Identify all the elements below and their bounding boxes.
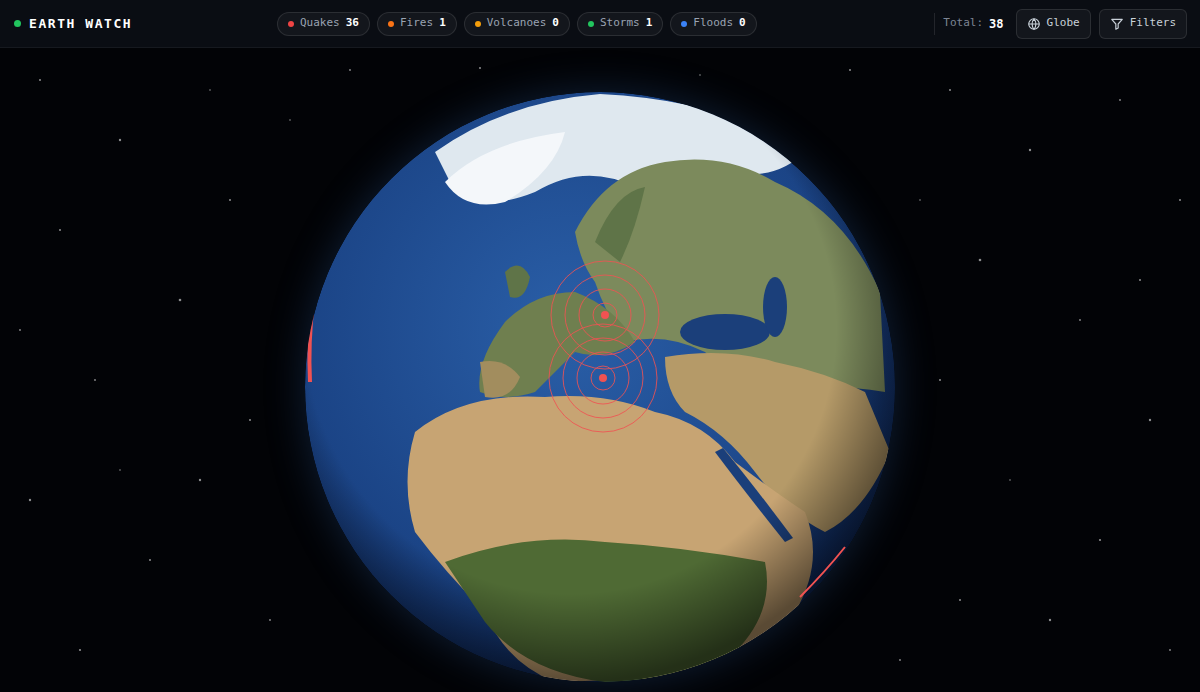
globe-icon xyxy=(1027,17,1041,31)
total: Total: 38 xyxy=(934,13,1007,35)
category-label: Floods xyxy=(693,15,733,32)
globe-view[interactable] xyxy=(0,48,1200,692)
toolbar-button[interactable]: Filters xyxy=(1099,9,1187,39)
category-dot xyxy=(475,21,481,27)
category-chip[interactable]: Quakes 36 xyxy=(277,12,370,36)
category-label: Fires xyxy=(400,15,433,32)
button-label: Globe xyxy=(1047,15,1080,32)
button-label: Filters xyxy=(1130,15,1176,32)
category-label: Storms xyxy=(600,15,640,32)
category-count: 0 xyxy=(739,15,746,32)
category-count: 36 xyxy=(346,15,359,32)
category-chip[interactable]: Storms 1 xyxy=(577,12,663,36)
quake-markers[interactable] xyxy=(305,92,895,682)
filter-icon xyxy=(1110,17,1124,31)
brand: EARTH WATCH xyxy=(0,14,277,34)
category-chip[interactable]: Volcanoes 0 xyxy=(464,12,570,36)
toolbar: Total: 38 Globe Filters xyxy=(934,9,1200,39)
total-label: Total: xyxy=(943,15,983,32)
category-chips: Quakes 36 Fires 1 Volcanoes 0 Storms 1 Floods 0 xyxy=(277,12,757,36)
globe[interactable] xyxy=(305,92,895,682)
category-count: 1 xyxy=(439,15,446,32)
category-dot xyxy=(681,21,687,27)
category-dot xyxy=(588,21,594,27)
category-chip[interactable]: Floods 0 xyxy=(670,12,756,36)
category-dot xyxy=(288,21,294,27)
top-bar: EARTH WATCH Quakes 36 Fires 1 Volcanoes 0 Stor… xyxy=(0,0,1200,48)
category-count: 1 xyxy=(646,15,653,32)
earth-picture xyxy=(305,92,895,682)
app-title: EARTH WATCH xyxy=(29,14,132,34)
category-label: Volcanoes xyxy=(487,15,547,32)
total-value: 38 xyxy=(989,15,1003,33)
category-label: Quakes xyxy=(300,15,340,32)
category-chip[interactable]: Fires 1 xyxy=(377,12,457,36)
status-dot xyxy=(14,20,21,27)
category-dot xyxy=(388,21,394,27)
category-count: 0 xyxy=(552,15,559,32)
toolbar-button[interactable]: Globe xyxy=(1016,9,1091,39)
